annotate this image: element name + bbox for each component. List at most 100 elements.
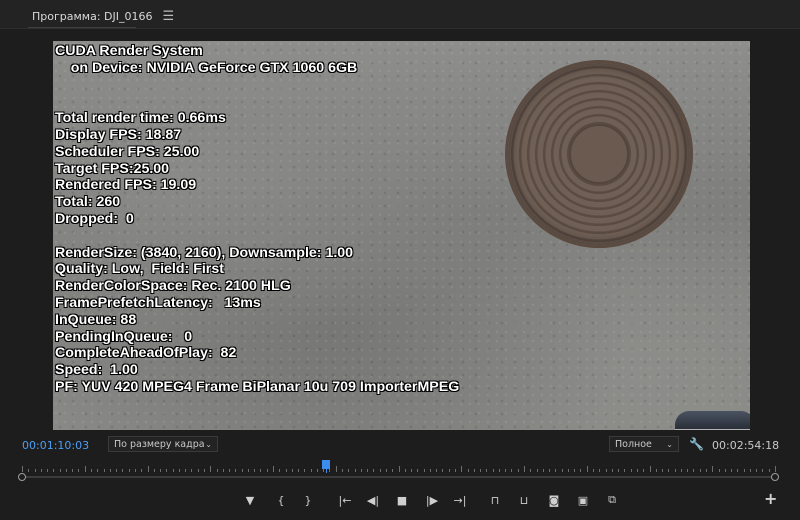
ruler-tick [618, 469, 620, 472]
ruler-tick [655, 469, 657, 472]
ruler-tick [480, 469, 482, 472]
scrollbar-right-handle[interactable] [771, 473, 779, 481]
extract-icon: ⊔ [519, 493, 529, 507]
ruler-tick [222, 469, 224, 472]
ruler-tick [687, 469, 689, 472]
playhead[interactable] [322, 460, 331, 469]
ruler-tick [567, 469, 569, 472]
ruler-tick [22, 466, 23, 472]
stop-button[interactable]: ■ [393, 491, 411, 509]
ruler-tick [555, 469, 557, 472]
ruler-tick [768, 469, 770, 472]
ruler-tick [586, 466, 588, 472]
ruler-tick [97, 469, 99, 472]
overlay-line: Dropped: 0 [55, 210, 134, 227]
ruler-tick [693, 469, 695, 472]
ruler-tick [574, 469, 576, 472]
export-frame-button[interactable]: ◙ [545, 491, 563, 509]
ruler-tick [360, 469, 362, 472]
ruler-tick [498, 469, 500, 472]
ruler-tick [743, 469, 745, 472]
ruler-tick [329, 469, 331, 472]
ruler-tick [28, 469, 30, 472]
mark-out-button[interactable]: } [299, 491, 317, 509]
ruler-tick [160, 469, 162, 472]
ruler-tick [775, 466, 776, 472]
ruler-tick [680, 469, 682, 472]
ruler-tick [411, 469, 413, 472]
mark-in-button[interactable]: { [272, 491, 290, 509]
panel-header: Программа: DJI_0166 ☰ [0, 0, 800, 28]
overlay-line: on Device: NVIDIA GeForce GTX 1060 6GB [55, 59, 358, 76]
ruler-tick [662, 469, 664, 472]
ruler-tick [454, 469, 456, 472]
overlay-line: Speed: 1.00 [55, 362, 138, 379]
ruler-tick [203, 469, 205, 472]
step-forward-button[interactable]: |▶ [423, 491, 441, 509]
ruler-tick [756, 469, 758, 472]
ruler-tick [354, 469, 356, 472]
mark-out-icon: } [304, 493, 312, 507]
ruler-tick [260, 469, 262, 472]
lift-button[interactable]: ⊓ [486, 491, 504, 509]
ruler-tick [705, 469, 707, 472]
ruler-tick [72, 469, 74, 472]
add-marker-button[interactable]: ▼ [241, 491, 259, 509]
time-ruler[interactable] [22, 462, 776, 472]
ruler-tick [737, 469, 739, 472]
overlay-line [55, 228, 459, 245]
ruler-tick [542, 469, 544, 472]
ruler-tick [404, 469, 406, 472]
ruler-tick [210, 466, 212, 472]
ruler-tick [636, 469, 638, 472]
ruler-tick [178, 469, 180, 472]
ruler-tick [235, 469, 237, 472]
ruler-tick [379, 469, 381, 472]
current-timecode[interactable]: 00:01:10:03 [22, 439, 89, 452]
comparison-view-button[interactable]: ▣ [574, 491, 592, 509]
ruler-tick [141, 469, 143, 472]
go-to-in-button[interactable]: |← [336, 491, 354, 509]
extract-button[interactable]: ⊔ [515, 491, 533, 509]
plus-icon[interactable]: + [764, 489, 777, 508]
overlay-line: CompleteAheadOfPlay: 82 [55, 345, 237, 362]
ruler-tick [624, 469, 626, 472]
overlay-line: PendingInQueue: 0 [55, 328, 193, 345]
hamburger-menu-icon[interactable]: ☰ [162, 9, 174, 24]
ruler-tick [373, 469, 375, 472]
go-to-out-button[interactable]: →| [451, 491, 469, 509]
multi-camera-icon: ⧉ [608, 493, 616, 506]
playback-quality-select[interactable]: Полное ⌄ [609, 436, 679, 452]
transport-controls: ▼ {} |← ◀| ■ |▶ →| ⊓ ⊔ ◙ ▣ ⧉ [0, 491, 800, 509]
multi-camera-button[interactable]: ⧉ [603, 491, 621, 509]
zoom-select[interactable]: По размеру кадра ⌄ [108, 436, 218, 452]
ruler-tick [611, 469, 613, 472]
ruler-tick [385, 469, 387, 472]
overlay-line: Target FPS:25.00 [55, 160, 170, 177]
manhole-cover [508, 63, 690, 245]
ruler-tick [122, 469, 124, 472]
wrench-icon[interactable]: 🔧 [689, 437, 704, 451]
ruler-tick [316, 469, 318, 472]
ruler-tick [279, 469, 281, 472]
ruler-tick [323, 469, 325, 472]
overlay-line: Quality: Low, Field: First [55, 261, 224, 278]
ruler-tick [166, 469, 168, 472]
ruler-tick [467, 469, 469, 472]
ruler-tick [134, 469, 136, 472]
ruler-tick [128, 469, 130, 472]
ruler-tick [436, 469, 438, 472]
go-to-in-icon: |← [338, 493, 352, 507]
overlay-line: PF: YUV 420 MPEG4 Frame BiPlanar 10u 709… [55, 378, 460, 395]
ruler-tick [342, 469, 344, 472]
tab-program-monitor[interactable]: Программа: DJI_0166 ☰ [0, 4, 184, 28]
ruler-tick [266, 469, 268, 472]
ruler-tick [392, 469, 394, 472]
ruler-tick [304, 469, 306, 472]
duration-timecode: 00:02:54:18 [712, 439, 780, 452]
step-back-icon: ◀| [366, 493, 380, 507]
scrollbar-left-handle[interactable] [18, 473, 26, 481]
ruler-tick [643, 469, 645, 472]
zoom-scrollbar[interactable] [22, 476, 775, 478]
step-back-button[interactable]: ◀| [364, 491, 382, 509]
